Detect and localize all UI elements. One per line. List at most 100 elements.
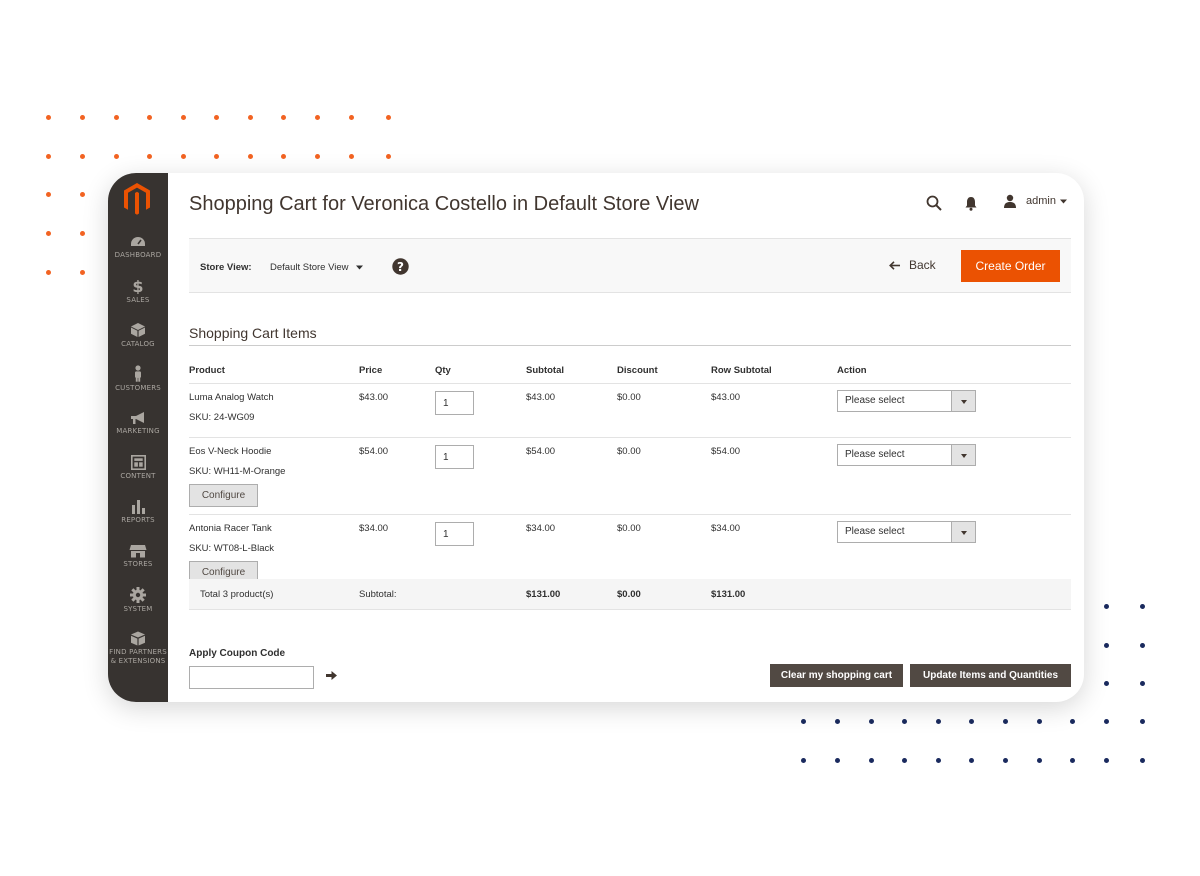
product-discount: $0.00 <box>617 392 641 403</box>
column-header-qty: Qty <box>435 365 451 376</box>
product-subtotal: $34.00 <box>526 523 556 534</box>
gauge-icon <box>131 237 145 246</box>
decorative-dot <box>181 115 186 120</box>
decorative-dot <box>281 154 286 159</box>
chevron-down-icon <box>951 522 975 542</box>
decorative-dot <box>214 154 219 159</box>
product-sku: SKU: WT08-L-Black <box>189 543 274 554</box>
product-subtotal: $54.00 <box>526 446 556 457</box>
decorative-dot <box>1104 681 1109 686</box>
decorative-dot <box>936 719 941 724</box>
decorative-dot <box>1104 719 1109 724</box>
search-icon[interactable] <box>926 195 942 211</box>
admin-sidebar: DASHBOARD $ SALES CATALOG CUSTOMERS MARK… <box>108 173 168 702</box>
layout-icon <box>130 455 146 470</box>
action-select-value: Please select <box>845 395 905 406</box>
qty-input[interactable] <box>435 522 474 546</box>
decorative-dot <box>1140 719 1145 724</box>
sidebar-item-label: SYSTEM <box>123 605 153 613</box>
decorative-dot <box>902 719 907 724</box>
chevron-down-icon <box>951 445 975 465</box>
product-price: $34.00 <box>359 523 389 534</box>
action-select-value: Please select <box>845 449 905 460</box>
decorative-dot <box>1140 643 1145 648</box>
bell-icon[interactable] <box>965 196 977 211</box>
sidebar-item-marketing[interactable]: MARKETING <box>108 411 168 436</box>
action-select-value: Please select <box>845 526 905 537</box>
dollar-icon: $ <box>132 278 143 294</box>
sidebar-item-customers[interactable]: CUSTOMERS <box>108 365 168 393</box>
qty-input[interactable] <box>435 391 474 415</box>
coupon-code-input[interactable] <box>189 666 314 689</box>
decorative-dot <box>801 719 806 724</box>
decorative-dot <box>147 154 152 159</box>
gear-icon <box>130 587 146 603</box>
sidebar-item-label: CATALOG <box>121 340 155 348</box>
decorative-dot <box>869 719 874 724</box>
decorative-dot <box>80 270 85 275</box>
product-name: Antonia Racer Tank <box>189 523 272 534</box>
action-select[interactable]: Please select <box>837 390 976 412</box>
sidebar-item-label: CUSTOMERS <box>115 384 161 392</box>
shopping-cart-items-title: Shopping Cart Items <box>189 325 1071 346</box>
sidebar-item-label: STORES <box>123 560 153 568</box>
sidebar-item-reports[interactable]: REPORTS <box>108 499 168 525</box>
column-header-discount: Discount <box>617 365 658 376</box>
store-view-value: Default Store View <box>270 262 349 273</box>
sidebar-item-stores[interactable]: STORES <box>108 544 168 569</box>
person-icon <box>135 365 141 382</box>
back-button[interactable]: Back <box>889 258 936 272</box>
arrow-right-icon[interactable] <box>326 671 337 680</box>
sidebar-item-catalog[interactable]: CATALOG <box>108 322 168 349</box>
store-view-label: Store View: <box>200 262 252 273</box>
storefront-icon <box>129 545 147 558</box>
sidebar-item-content[interactable]: CONTENT <box>108 455 168 481</box>
help-icon[interactable]: ? <box>392 258 409 275</box>
table-row: Luma Analog Watch SKU: 24-WG09 $43.00 $4… <box>189 384 1071 438</box>
sidebar-item-label: CONTENT <box>120 472 156 480</box>
column-header-product: Product <box>189 365 225 376</box>
boxes-icon <box>131 631 145 646</box>
page-title: Shopping Cart for Veronica Costello in D… <box>189 193 699 215</box>
decorative-dot <box>1070 719 1075 724</box>
sidebar-item-sales[interactable]: $ SALES <box>108 278 168 305</box>
configure-button[interactable]: Configure <box>189 484 258 507</box>
decorative-dot <box>46 231 51 236</box>
decorative-dot <box>386 115 391 120</box>
decorative-dot <box>386 154 391 159</box>
qty-input[interactable] <box>435 445 474 469</box>
sidebar-item-dashboard[interactable]: DASHBOARD <box>108 235 168 260</box>
arrow-left-icon <box>889 260 900 270</box>
decorative-dot <box>181 154 186 159</box>
action-select[interactable]: Please select <box>837 444 976 466</box>
store-view-switcher[interactable]: Default Store View <box>270 262 363 273</box>
column-header-action: Action <box>837 365 867 376</box>
decorative-dot <box>1104 758 1109 763</box>
product-row-subtotal: $34.00 <box>711 523 741 534</box>
magento-logo[interactable] <box>122 182 152 216</box>
sidebar-item-find-partners[interactable]: FIND PARTNERS & EXTENSIONS <box>108 631 168 666</box>
sidebar-item-label-line-2: & EXTENSIONS <box>110 657 166 665</box>
decorative-dot <box>1003 758 1008 763</box>
sidebar-item-system[interactable]: SYSTEM <box>108 587 168 614</box>
create-order-button[interactable]: Create Order <box>961 250 1060 282</box>
cart-totals-row: Total 3 product(s) Subtotal: $131.00 $0.… <box>189 579 1071 610</box>
sidebar-item-label-line-1: FIND PARTNERS <box>109 648 167 656</box>
chevron-down-icon <box>1059 199 1067 203</box>
admin-username: admin <box>1026 195 1056 207</box>
action-select[interactable]: Please select <box>837 521 976 543</box>
sidebar-item-label: MARKETING <box>116 427 160 435</box>
decorative-dot <box>1037 719 1042 724</box>
decorative-dot <box>46 192 51 197</box>
decorative-dot <box>969 719 974 724</box>
clear-shopping-cart-button[interactable]: Clear my shopping cart <box>770 664 903 687</box>
decorative-dot <box>801 758 806 763</box>
update-items-button[interactable]: Update Items and Quantities <box>910 664 1071 687</box>
coupon-label: Apply Coupon Code <box>189 648 286 659</box>
decorative-dot <box>1037 758 1042 763</box>
decorative-dot <box>1104 604 1109 609</box>
sidebar-item-label: SALES <box>126 296 150 304</box>
admin-user-menu[interactable]: admin <box>1003 194 1067 208</box>
decorative-dot <box>315 115 320 120</box>
decorative-dot <box>46 270 51 275</box>
